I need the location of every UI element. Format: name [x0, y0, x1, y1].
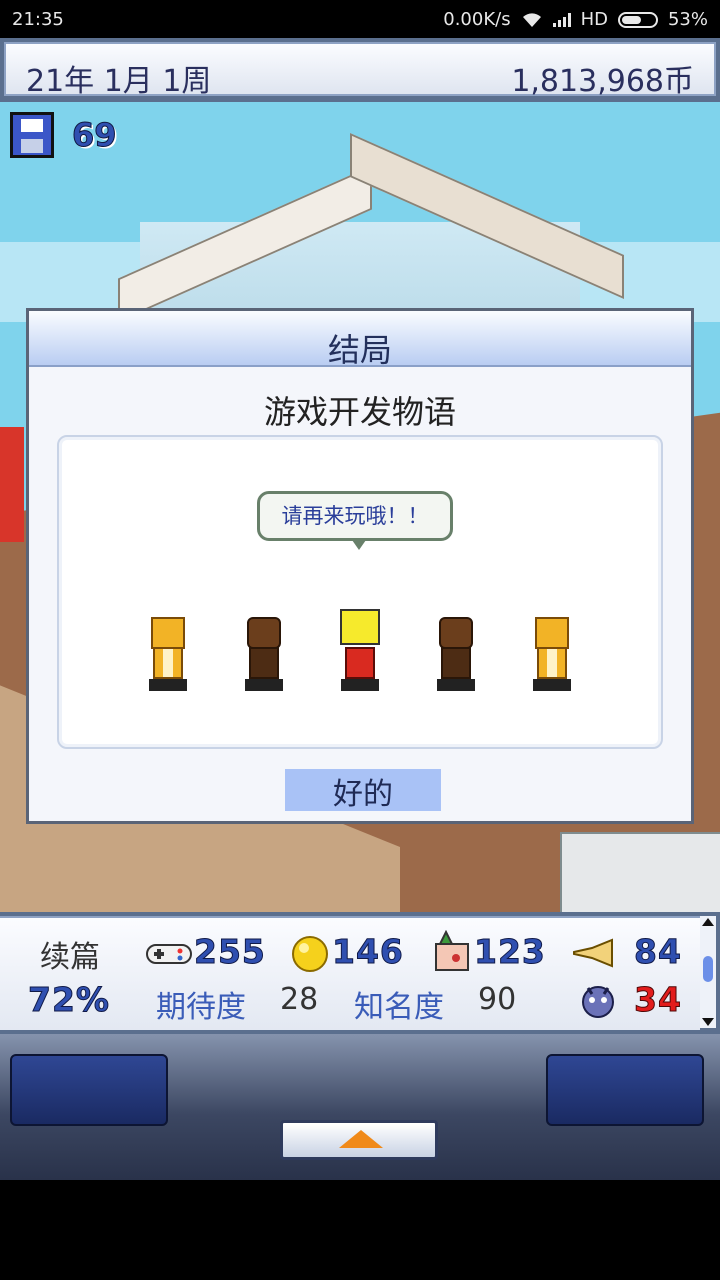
arrow-up-icon: [339, 1130, 383, 1148]
signal-icon: [552, 12, 571, 27]
scroll-down-icon[interactable]: [702, 1018, 714, 1026]
bear-character: [145, 617, 191, 693]
game-info-bar[interactable]: 21年 1月 1周 1,813,968币: [0, 38, 720, 102]
paint-icon: [432, 929, 472, 978]
progress-percent: 72%: [28, 980, 110, 1020]
save-disk-icon[interactable]: [10, 112, 54, 158]
stats-panel: 续篇 72% 255 146 123 84 期待度 28 知名度 90 34: [0, 916, 700, 1030]
fame-value: 90: [478, 982, 517, 1017]
network-speed: 0.00K/s: [443, 9, 511, 30]
sound-value: 84: [634, 932, 682, 972]
network-type: HD: [580, 9, 608, 30]
scroll-thumb[interactable]: [703, 956, 713, 982]
battery-icon: [617, 11, 658, 28]
bear-character: [529, 617, 575, 693]
robot-character: [337, 609, 383, 693]
bottom-control-panel: [0, 1034, 720, 1180]
status-indicators: 0.00K/s HD 53%: [443, 9, 708, 30]
ok-button[interactable]: 好的: [285, 769, 441, 812]
game-date: 21年 1月 1周: [26, 64, 212, 99]
dialog-header: 结局: [29, 311, 691, 369]
left-panel-button[interactable]: [10, 1054, 168, 1126]
vending-machine: [0, 427, 24, 542]
game-title: 游戏开发物语: [263, 393, 456, 431]
trumpet-icon: [572, 938, 616, 972]
fun-value: 255: [194, 932, 266, 972]
monkey-character: [433, 617, 479, 693]
game-info-panel: 21年 1月 1周 1,813,968币: [4, 42, 716, 99]
bookshelf: [560, 832, 720, 912]
game-type-label: 续篇: [40, 940, 100, 975]
monkey-character: [241, 617, 287, 693]
money-display: 1,813,968币: [511, 64, 694, 99]
expectation-value: 28: [280, 982, 319, 1017]
right-panel-button[interactable]: [546, 1054, 704, 1126]
dialog-title: 结局: [327, 331, 392, 369]
menu-button[interactable]: [280, 1120, 438, 1160]
creativity-value: 146: [332, 932, 404, 972]
game-stats-bar: 续篇 72% 255 146 123 84 期待度 28 知名度 90 34: [0, 912, 720, 1034]
bug-value: 34: [634, 980, 682, 1020]
bug-icon: [578, 980, 618, 1024]
fame-label: 知名度: [354, 990, 444, 1025]
ending-dialog: 结局 游戏开发物语 请再来玩哦！！ 好的: [26, 308, 694, 824]
speech-bubble: 请再来玩哦！！: [257, 491, 453, 550]
graphics-value: 123: [474, 932, 546, 972]
lightbulb-icon: [290, 934, 330, 978]
scroll-up-icon[interactable]: [702, 918, 714, 926]
ending-panel: 请再来玩哦！！: [57, 435, 663, 749]
wifi-icon: [521, 12, 543, 28]
stats-scrollbar[interactable]: [700, 916, 716, 1028]
save-count: 69: [72, 116, 118, 155]
expectation-label: 期待度: [156, 990, 246, 1025]
system-status-bar: 21:35 0.00K/s HD 53%: [0, 0, 720, 38]
clock: 21:35: [12, 9, 64, 30]
controller-icon: [146, 942, 192, 970]
battery-percent: 53%: [667, 9, 708, 30]
